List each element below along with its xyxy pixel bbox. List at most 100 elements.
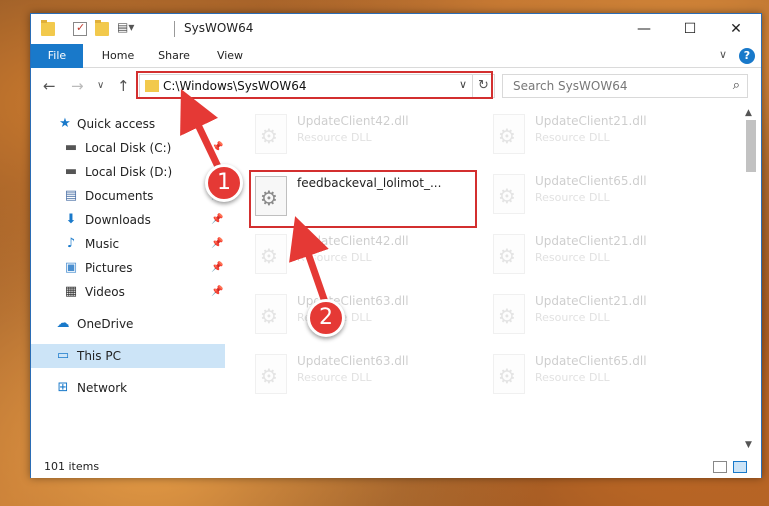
pin-icon: 📌	[211, 190, 224, 201]
back-button[interactable]: ←	[43, 77, 56, 95]
file-name: UpdateClient21.dll	[535, 114, 647, 128]
file-item[interactable]: UpdateClient63.dll Resource DLL	[251, 290, 487, 344]
file-item[interactable]: UpdateClient42.dll Resource DLL	[251, 230, 487, 284]
pin-icon: 📌	[211, 142, 224, 153]
search-icon: ⌕	[732, 78, 740, 93]
file-name: UpdateClient21.dll	[535, 294, 647, 308]
folder-icon[interactable]	[41, 20, 55, 36]
sidebar-item-label: Local Disk (C:)	[85, 141, 172, 155]
pin-icon: 📌	[211, 166, 224, 177]
file-list: UpdateClient42.dll Resource DLL UpdateCl…	[249, 106, 739, 446]
dll-file-icon	[493, 174, 525, 214]
sidebar-item-music[interactable]: ♪ Music 📌	[31, 232, 225, 256]
maximize-button[interactable]: ☐	[667, 14, 713, 44]
sidebar-item-label: Documents	[85, 189, 154, 203]
file-name: feedbackeval_lolimot_...	[297, 176, 442, 190]
scroll-down-icon[interactable]: ▼	[745, 440, 752, 450]
sidebar-item-local-disk-c[interactable]: ▬ Local Disk (C:) 📌	[31, 136, 225, 160]
tab-share[interactable]: Share	[149, 44, 199, 68]
file-name: UpdateClient65.dll	[535, 174, 647, 188]
ribbon-tabs: File Home Share View ∨ ?	[31, 44, 761, 68]
sidebar-item-network[interactable]: ⊞ Network	[31, 376, 225, 400]
sidebar-item-local-disk-d[interactable]: ▬ Local Disk (D:) 📌	[31, 160, 225, 184]
file-item-highlighted[interactable]: feedbackeval_lolimot_...	[249, 170, 477, 228]
videos-icon: ▦	[64, 284, 78, 299]
collapse-ribbon-icon[interactable]: ∨	[719, 48, 727, 61]
computer-icon: ▭	[56, 348, 70, 363]
documents-icon: ▤	[64, 188, 78, 203]
help-icon[interactable]: ?	[739, 48, 755, 64]
file-item[interactable]: UpdateClient21.dll Resource DLL	[489, 110, 725, 164]
folder-icon	[145, 80, 159, 92]
customize-toolbar-icon[interactable]: ▤▾	[117, 20, 134, 34]
close-button[interactable]: ✕	[713, 14, 759, 44]
sidebar-item-documents[interactable]: ▤ Documents 📌	[31, 184, 225, 208]
sidebar-item-label: Local Disk (D:)	[85, 165, 173, 179]
details-view-icon[interactable]	[713, 461, 727, 473]
sidebar-item-label: Pictures	[85, 261, 133, 275]
minimize-button[interactable]: —	[621, 14, 667, 44]
refresh-button[interactable]: ↻	[472, 75, 494, 97]
address-path[interactable]: C:\Windows\SysWOW64	[163, 79, 307, 93]
network-icon: ⊞	[57, 380, 69, 395]
sidebar-item-label: Network	[77, 381, 128, 395]
search-box[interactable]: Search SysWOW64 ⌕	[502, 74, 748, 98]
vertical-scrollbar[interactable]: ▲ ▼	[741, 106, 759, 454]
window-title: SysWOW64	[184, 21, 254, 35]
file-item[interactable]: UpdateClient21.dll Resource DLL	[489, 290, 725, 344]
explorer-window: ▤▾ SysWOW64 — ☐ ✕ File Home Share View ∨…	[30, 13, 762, 478]
sidebar-item-pictures[interactable]: ▣ Pictures 📌	[31, 256, 225, 280]
file-name: UpdateClient42.dll	[297, 234, 409, 248]
file-type: Resource DLL	[297, 311, 372, 324]
file-type: Resource DLL	[535, 251, 610, 264]
file-item[interactable]: UpdateClient65.dll Resource DLL	[489, 350, 725, 404]
dll-file-icon	[493, 354, 525, 394]
file-item[interactable]: UpdateClient63.dll Resource DLL	[251, 350, 487, 404]
sidebar-item-label: OneDrive	[77, 317, 134, 331]
download-icon: ⬇	[65, 212, 77, 227]
dll-file-icon	[255, 176, 287, 216]
dll-file-icon	[493, 234, 525, 274]
scroll-up-icon[interactable]: ▲	[745, 108, 752, 118]
dll-file-icon	[255, 114, 287, 154]
large-icons-view-icon[interactable]	[733, 461, 747, 473]
new-folder-icon[interactable]	[95, 20, 109, 36]
tab-file[interactable]: File	[31, 44, 83, 68]
chevron-down-icon[interactable]: ∨	[459, 78, 467, 91]
file-item[interactable]: UpdateClient65.dll Resource DLL	[489, 170, 725, 224]
sidebar-item-label: Quick access	[77, 117, 156, 131]
properties-icon[interactable]	[73, 21, 87, 36]
file-item[interactable]: UpdateClient42.dll Resource DLL	[251, 110, 487, 164]
file-item[interactable]: UpdateClient21.dll Resource DLL	[489, 230, 725, 284]
file-type: Resource DLL	[297, 371, 372, 384]
cloud-icon: ☁	[56, 316, 70, 331]
file-type: Resource DLL	[535, 311, 610, 324]
tab-view[interactable]: View	[205, 44, 255, 68]
item-count: 101 items	[44, 460, 100, 473]
pin-icon: 📌	[211, 214, 224, 225]
navigation-pane: ★ Quick access ▬ Local Disk (C:) 📌 ▬ Loc…	[31, 106, 227, 454]
sidebar-item-quick-access[interactable]: ★ Quick access	[31, 112, 225, 136]
dll-file-icon	[255, 234, 287, 274]
file-type: Resource DLL	[297, 251, 372, 264]
navigation-bar: ← → ∨ ↑ C:\Windows\SysWOW64 ∨ ↻ Search S…	[31, 69, 761, 103]
recent-locations-button[interactable]: ∨	[97, 80, 104, 91]
sidebar-item-onedrive[interactable]: ☁ OneDrive	[31, 312, 225, 336]
forward-button[interactable]: →	[71, 77, 84, 95]
dll-file-icon	[493, 114, 525, 154]
sidebar-item-label: Videos	[85, 285, 125, 299]
sidebar-item-label: Music	[85, 237, 120, 251]
scroll-thumb[interactable]	[746, 120, 756, 172]
address-bar[interactable]: C:\Windows\SysWOW64 ∨ ↻	[139, 74, 495, 98]
sidebar-item-videos[interactable]: ▦ Videos 📌	[31, 280, 225, 304]
file-name: UpdateClient63.dll	[297, 294, 409, 308]
sidebar-item-downloads[interactable]: ⬇ Downloads 📌	[31, 208, 225, 232]
tab-home[interactable]: Home	[93, 44, 143, 68]
file-name: UpdateClient63.dll	[297, 354, 409, 368]
search-input[interactable]: Search SysWOW64	[513, 79, 627, 93]
file-type: Resource DLL	[535, 131, 610, 144]
sidebar-item-this-pc[interactable]: ▭ This PC	[31, 344, 225, 368]
sidebar-item-label: This PC	[77, 349, 121, 363]
status-bar: 101 items	[31, 456, 761, 478]
up-button[interactable]: ↑	[117, 77, 130, 95]
